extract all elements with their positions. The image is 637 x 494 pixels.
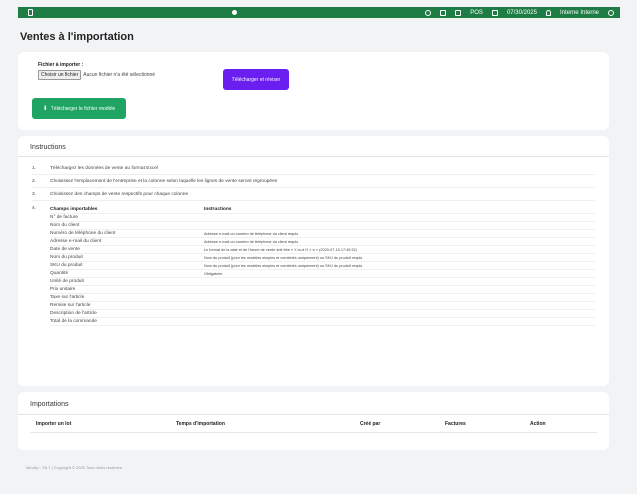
field-note: Adresse e-mail ou numéro de téléphone du… [204,239,299,244]
pos-label[interactable]: POS [470,10,483,16]
step-text: Choisissez des champs de vente respectif… [50,191,189,197]
table-row: Quantité Obligatoire [50,270,595,278]
instruction-step: 1. Téléchargez les données de vente au f… [32,162,595,175]
field-name: Nom du produit [50,255,83,260]
field-name: Unité de produit [50,279,84,284]
divider [18,414,609,415]
pos-grid-icon[interactable] [455,9,462,16]
field-name: Numéro de téléphone du client [50,231,116,236]
upload-review-button[interactable]: Télécharger et réviser [223,69,289,90]
user-avatar-icon[interactable] [608,9,614,16]
file-input[interactable]: Choisir un fichier Aucun fichier n'a été… [38,70,155,80]
topbar-actions: POS 07/30/2025 Interne Interne [425,7,614,18]
instruction-step: 2. Choisissez l'emplacement de l'entrepr… [32,175,595,188]
field-name: Prix unitaire [50,287,76,292]
field-name: Adresse e-mail du client [50,239,102,244]
page-title: Ventes à l'importation [20,31,134,43]
field-note: Adresse e-mail ou numéro de téléphone du… [204,231,299,236]
step-number: 3. [32,191,37,197]
download-template-button[interactable]: ⬇ Télécharger le fichier modèle [32,98,126,119]
field-note: Obligatoire [204,271,223,276]
field-name: Remise sur l'article [50,303,91,308]
choose-file-button[interactable]: Choisir un fichier [38,70,82,80]
table-row: Adresse e-mail du client Adresse e-mail o… [50,238,595,246]
file-label: Fichier à importer : [38,62,84,68]
bell-icon[interactable] [545,9,551,16]
step-number: 4. [32,206,37,211]
field-note: Nom du produit (pour les modèles simples… [204,255,363,260]
top-navbar: POS 07/30/2025 Interne Interne [18,7,620,18]
sidebar-toggle-icon[interactable] [28,9,33,16]
field-name: Quantité [50,271,69,276]
column-header-action[interactable]: Action [530,421,546,427]
column-header-import-time[interactable]: Temps d'importation [176,421,225,427]
table-row: Description de l'article [50,310,595,318]
table-row: Date de vente Le format de la date et de … [50,246,595,254]
column-header-field: Champs importables [50,207,98,212]
calculator-icon[interactable] [440,9,447,16]
divider [30,432,597,433]
calendar-icon [491,9,498,16]
instructions-card: Instructions 1. Téléchargez les données … [18,136,609,386]
field-note: Le format de la date et de l'heure de ve… [204,247,357,252]
column-header-batch[interactable]: Importer un lot [36,421,71,427]
table-row: Unité de produit [50,278,595,286]
table-row: Total de la commande [50,318,595,326]
step-number: 1. [32,165,37,171]
column-header-invoices[interactable]: Factures [445,421,466,427]
user-menu[interactable]: Interne Interne [560,10,599,16]
field-name: Description de l'article [50,311,97,316]
fields-table-header: Champs importables Instructions [50,206,595,214]
importable-fields-table: Champs importables Instructions N° de fa… [50,206,595,326]
table-row: Taxe sur l'article [50,294,595,302]
field-note: Nom du produit (pour les modèles simples… [204,263,363,268]
table-row: SKU du produit Nom du produit (pour les m… [50,262,595,270]
footer-copyright: Mindfyi - V6.7 | Copyright © 2025 Tous d… [26,465,123,470]
upload-card: Fichier à importer : Choisir un fichier … [18,52,609,130]
step-text: Téléchargez les données de vente au form… [50,165,158,171]
current-date: 07/30/2025 [506,9,537,16]
field-name: SKU du produit [50,263,83,268]
table-row: Remise sur l'article [50,302,595,310]
field-name: Nom du client [50,223,80,228]
divider [18,156,609,157]
field-name: Total de la commande [50,319,97,324]
column-header-created-by[interactable]: Créé par [360,421,380,427]
no-file-text: Aucun fichier n'a été sélectionné [83,72,156,78]
table-row: Nom du client [50,222,595,230]
step-number: 2. [32,178,37,184]
imports-card: Importations Importer un lot Temps d'imp… [18,392,609,450]
table-row: Nom du produit Nom du produit (pour les m… [50,254,595,262]
imports-title: Importations [30,401,69,408]
instruction-step: 3. Choisissez des champs de vente respec… [32,188,595,201]
table-row: Prix unitaire [50,286,595,294]
download-template-label: Télécharger le fichier modèle [50,105,116,112]
column-header-instructions: Instructions [204,207,232,212]
status-dot-icon [232,10,237,15]
instruction-steps: 1. Téléchargez les données de vente au f… [32,162,595,201]
step-text: Choisissez l'emplacement de l'entreprise… [50,178,278,184]
add-circle-icon[interactable] [425,9,432,16]
instructions-title: Instructions [30,144,66,151]
field-name: Taxe sur l'article [50,295,85,300]
table-row: Numéro de téléphone du client Adresse e-m… [50,230,595,238]
table-row: N° de facture [50,214,595,222]
field-name: N° de facture [50,215,79,220]
download-icon: ⬇ [42,105,48,112]
field-name: Date de vente [50,247,80,252]
